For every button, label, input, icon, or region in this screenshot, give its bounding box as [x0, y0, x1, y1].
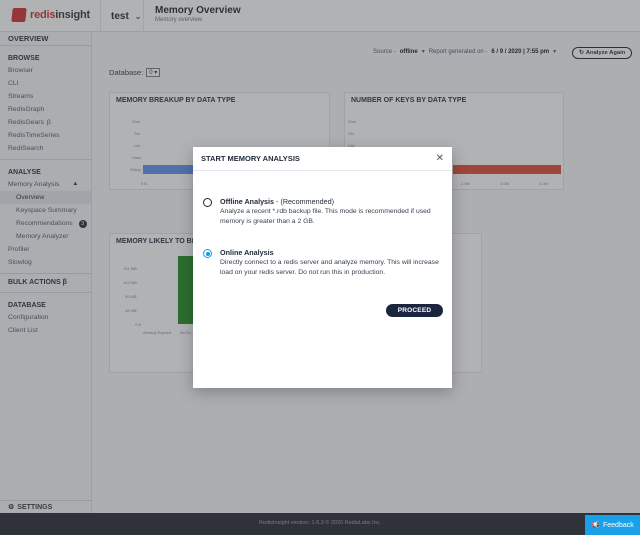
offline-analysis-option[interactable]: Offline Analysis - (Recommended) Analyze… — [203, 197, 446, 227]
feedback-label: Feedback — [602, 521, 634, 529]
feedback-button[interactable]: 📢 Feedback — [585, 515, 640, 535]
online-analysis-option[interactable]: Online Analysis Directly connect to a re… — [203, 248, 446, 278]
megaphone-icon: 📢 — [591, 522, 600, 529]
offline-analysis-radio[interactable] — [203, 198, 212, 207]
start-memory-analysis-dialog: START MEMORY ANALYSIS ✕ Offline Analysis… — [193, 147, 452, 388]
online-analysis-description: Directly connect to a redis server and a… — [220, 259, 439, 276]
recommended-note: - (Recommended) — [274, 197, 334, 206]
offline-analysis-description: Analyze a recent *.rdb backup file. This… — [220, 208, 431, 225]
dialog-title: START MEMORY ANALYSIS — [201, 154, 300, 163]
online-analysis-title: Online Analysis — [220, 248, 446, 257]
offline-analysis-title: Offline Analysis - (Recommended) — [220, 197, 446, 206]
close-icon[interactable]: ✕ — [436, 153, 444, 164]
offline-analysis-label: Offline Analysis — [220, 197, 275, 206]
dialog-header: START MEMORY ANALYSIS ✕ — [193, 147, 452, 171]
proceed-button[interactable]: PROCEED — [386, 304, 443, 317]
online-analysis-radio[interactable] — [203, 249, 212, 258]
online-analysis-label: Online Analysis — [220, 248, 274, 257]
